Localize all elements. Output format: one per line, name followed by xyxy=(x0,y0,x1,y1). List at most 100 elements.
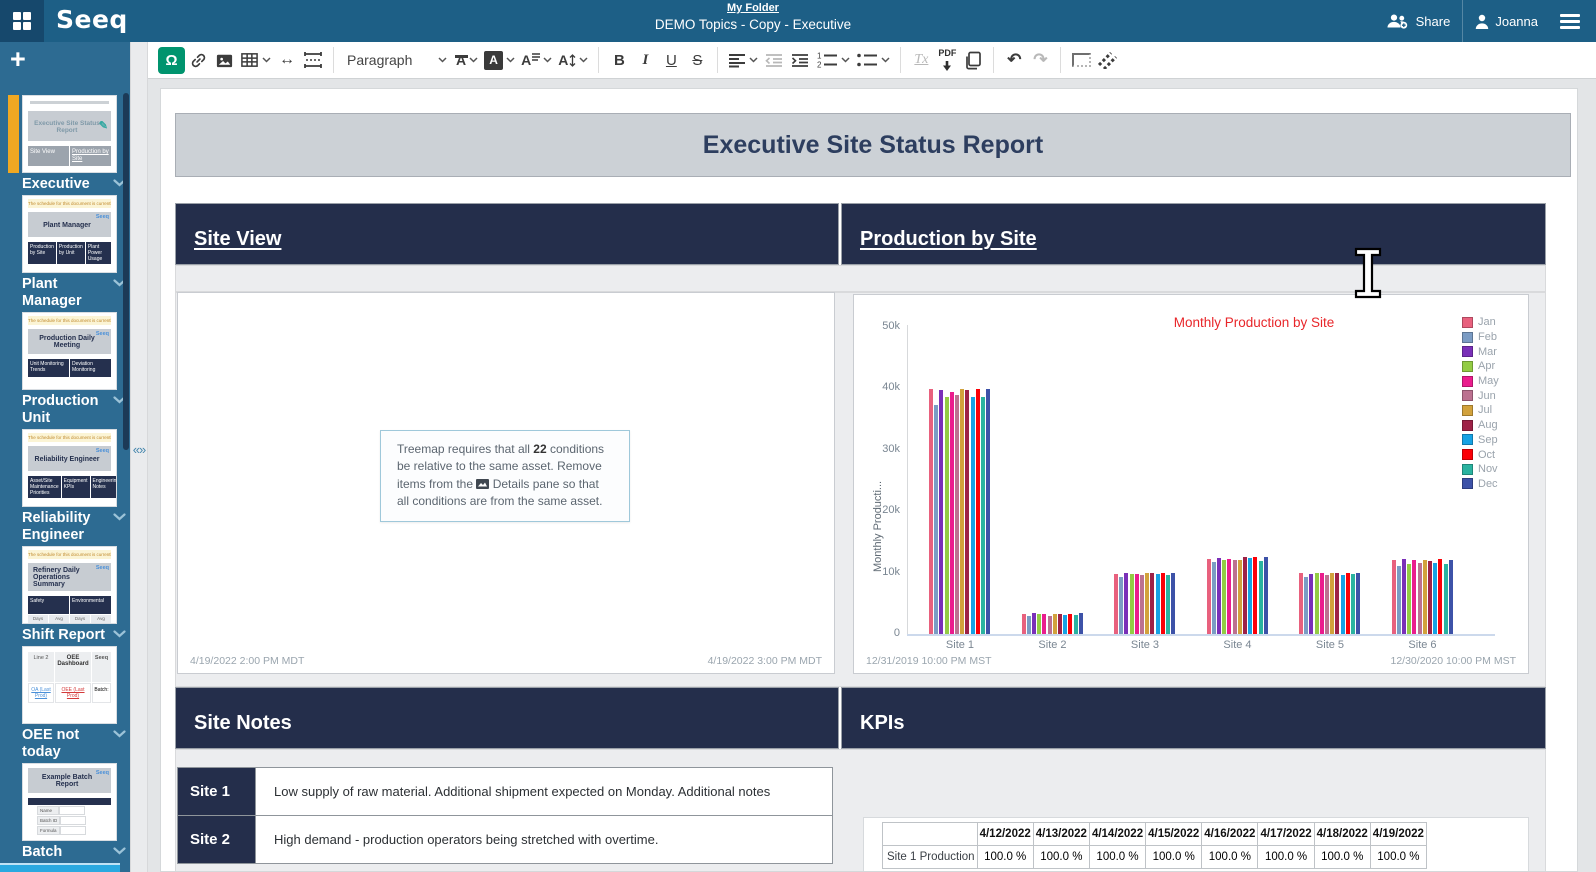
strikethrough-button[interactable]: S xyxy=(684,46,710,74)
add-document-button[interactable]: + xyxy=(10,44,26,74)
font-size-button[interactable]: A xyxy=(555,46,591,74)
bar-site-6-apr xyxy=(1407,564,1411,634)
export-pdf-button[interactable]: PDF xyxy=(934,46,960,74)
bar-site-3-feb xyxy=(1119,577,1123,634)
resize-content-button[interactable]: ↔ xyxy=(274,46,300,74)
kpi-value: 100.0 % xyxy=(1146,846,1202,869)
bar-site-2-mar xyxy=(1032,613,1036,634)
document-label[interactable]: OEE not today xyxy=(22,724,126,763)
dashed-border-icon xyxy=(1072,53,1091,67)
background-pattern-button[interactable] xyxy=(1094,46,1120,74)
document-thumbnail[interactable]: The schedule for this document is curren… xyxy=(22,195,117,273)
document-label[interactable]: Plant Manager xyxy=(22,273,126,312)
kpi-date-column: 4/18/2022 xyxy=(1314,823,1370,846)
app-switcher-button[interactable] xyxy=(0,0,44,42)
kpi-panel: 4/12/20224/13/20224/14/20224/15/20224/16… xyxy=(863,817,1529,872)
condition-count: 22 xyxy=(533,442,546,456)
site-note-row: Site 2High demand - production operators… xyxy=(178,816,833,864)
y-tick-label: 10k xyxy=(854,566,900,578)
bar-site-3-dec xyxy=(1171,573,1175,634)
sidebar-item-executive[interactable]: Executive Site Status Report✎Site ViewPr… xyxy=(0,95,130,195)
document-label[interactable]: Reliability Engineer xyxy=(22,507,126,546)
user-menu[interactable]: Joanna xyxy=(1463,0,1550,42)
clear-formatting-button[interactable]: Tx xyxy=(908,46,934,74)
kpi-value: 100.0 % xyxy=(977,846,1033,869)
y-tick-label: 0 xyxy=(854,627,900,639)
bullet-list-button[interactable] xyxy=(853,46,893,74)
topic-title-topbar: DEMO Topics - Copy - Executive xyxy=(655,17,851,32)
underline-button[interactable]: U xyxy=(658,46,684,74)
y-tick-label: 40k xyxy=(854,381,900,393)
x-tick-label: Site 6 xyxy=(1388,639,1458,651)
bar-site-4-sep xyxy=(1248,558,1252,634)
kpi-date-column: 4/16/2022 xyxy=(1202,823,1258,846)
seeq-logo[interactable]: Seeq xyxy=(56,5,128,34)
sidebar-item-oee-not-today[interactable]: Line 2OEE DashboardSeeqOA (Last Prod)OEE… xyxy=(0,646,130,763)
document-page[interactable]: Executive Site Status Report Site View P… xyxy=(160,88,1578,872)
highlight-color-button[interactable]: A xyxy=(481,46,518,74)
site-view-header-cell: Site View xyxy=(175,203,839,265)
breadcrumb-my-folder[interactable]: My Folder xyxy=(655,2,851,14)
x-tick-label: Site 2 xyxy=(1018,639,1088,651)
image-icon xyxy=(215,51,234,70)
section-header-row-1: Site View Production by Site xyxy=(175,203,1546,265)
sidebar-scrollbar[interactable] xyxy=(123,93,129,450)
document-label[interactable]: Shift Report xyxy=(22,624,126,646)
horizontal-resize-icon: ↔ xyxy=(279,51,295,69)
chart-plot-area: 010k20k30k40k50kSite 1Site 2Site 3Site 4… xyxy=(854,295,1528,673)
sidebar-item-reliability-engineer[interactable]: The schedule for this document is curren… xyxy=(0,429,130,546)
italic-button[interactable]: I xyxy=(632,46,658,74)
sidebar-item-batch-report[interactable]: Example Batch ReportSeeqNameBatch IDForm… xyxy=(0,763,130,872)
range-start-timestamp: 12/31/2019 10:00 PM MST xyxy=(866,655,992,667)
document-label[interactable]: Executive xyxy=(22,173,126,195)
insert-link-button[interactable] xyxy=(185,46,211,74)
expand-sidebar-button[interactable]: » xyxy=(139,442,145,457)
document-thumbnail[interactable]: The schedule for this document is curren… xyxy=(22,429,117,507)
range-end-timestamp: 12/30/2020 10:00 PM MST xyxy=(1391,655,1517,667)
kpi-value: 100.0 % xyxy=(1370,846,1426,869)
font-family-button[interactable]: A xyxy=(518,46,555,74)
production-by-site-heading-link[interactable]: Production by Site xyxy=(860,228,1037,250)
bar-site-2-apr xyxy=(1037,614,1041,634)
paragraph-style-select[interactable]: Paragraph xyxy=(341,46,453,74)
decrease-indent-button[interactable] xyxy=(761,46,787,74)
paragraph-style-value: Paragraph xyxy=(347,52,412,68)
pencil-icon: ✎ xyxy=(99,119,108,132)
text-align-button[interactable] xyxy=(725,46,761,74)
document-thumbnail[interactable]: The schedule for this document is curren… xyxy=(22,312,117,390)
ordered-list-button[interactable]: 1 2 xyxy=(813,46,853,74)
legend-item-oct: Oct xyxy=(1462,447,1499,462)
document-thumbnail[interactable]: The schedule for this document is curren… xyxy=(22,546,117,624)
site-view-heading-link[interactable]: Site View xyxy=(194,228,281,250)
font-color-button[interactable]: A xyxy=(453,46,481,74)
insert-image-button[interactable] xyxy=(211,46,237,74)
sidebar-collapse-strip: «» xyxy=(130,42,148,872)
bar-site-3-oct xyxy=(1161,573,1165,634)
hamburger-menu-icon[interactable] xyxy=(1560,11,1580,32)
document-label[interactable]: Production Unit xyxy=(22,390,126,429)
bar-site-4-may xyxy=(1227,559,1231,634)
selected-indicator xyxy=(8,95,19,173)
schedule-disabled-banner: The schedule for this document is curren… xyxy=(28,316,111,325)
document-thumbnail[interactable]: Line 2OEE DashboardSeeqOA (Last Prod)OEE… xyxy=(22,646,117,724)
sidebar-bottom-highlight xyxy=(0,863,120,872)
undo-button[interactable]: ↶ xyxy=(1001,46,1027,74)
document-thumbnail[interactable]: Executive Site Status Report✎Site ViewPr… xyxy=(22,95,117,173)
document-thumbnail[interactable]: Example Batch ReportSeeqNameBatch IDForm… xyxy=(22,763,117,841)
sidebar-item-shift-report[interactable]: The schedule for this document is curren… xyxy=(0,546,130,646)
sidebar-item-production-unit[interactable]: The schedule for this document is curren… xyxy=(0,312,130,429)
redo-button[interactable]: ↷ xyxy=(1027,46,1053,74)
bar-site-2-aug xyxy=(1058,614,1062,634)
increase-indent-button[interactable] xyxy=(787,46,813,74)
copy-document-button[interactable] xyxy=(960,46,986,74)
bold-button[interactable]: B xyxy=(606,46,632,74)
kpi-date-column: 4/19/2022 xyxy=(1370,823,1426,846)
share-button[interactable]: Share xyxy=(1374,0,1463,42)
sidebar-item-plant-manager[interactable]: The schedule for this document is curren… xyxy=(0,195,130,312)
insert-table-button[interactable] xyxy=(237,46,274,74)
insert-seeq-content-button[interactable]: Ω xyxy=(158,47,185,74)
diagonal-pattern-icon xyxy=(1098,52,1117,69)
page-break-button[interactable] xyxy=(300,46,326,74)
bar-site-2-oct xyxy=(1068,614,1072,634)
toggle-borders-button[interactable] xyxy=(1068,46,1094,74)
